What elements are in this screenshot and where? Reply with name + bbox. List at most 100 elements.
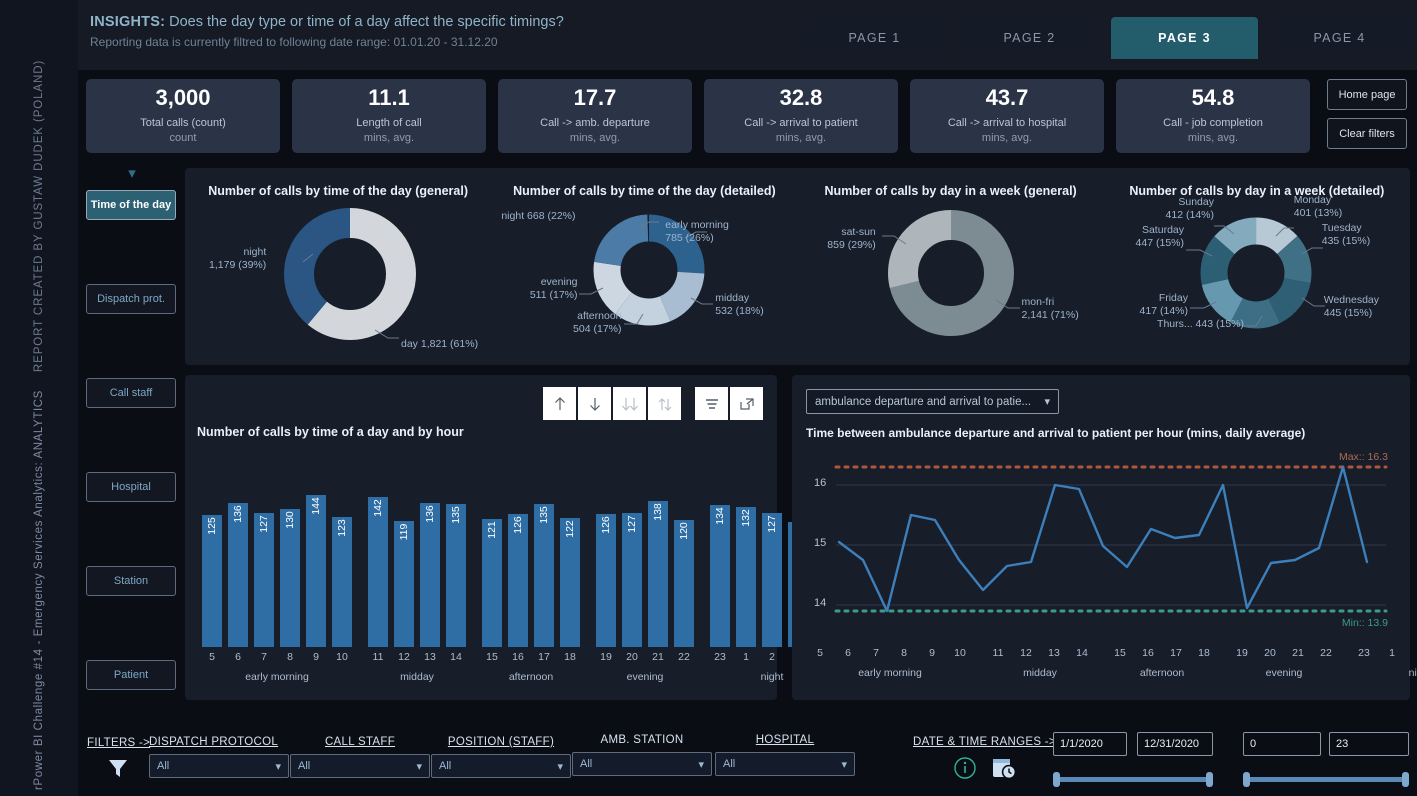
donut-label-night: night 1,179 (39%) [209,246,267,272]
position-staff-select[interactable]: All ▾ [431,754,571,778]
amb-station-select[interactable]: All ▾ [572,752,712,776]
chevron-down-icon: ▾ [841,758,847,771]
kpi-sublabel: mins, avg. [1187,131,1239,144]
credits-line-1: rPower BI Challenge #14 - Emergency Serv… [33,390,45,790]
bar: 126 [596,514,616,647]
sort-descending-icon[interactable] [578,387,611,420]
kpi-card-arrival-to-hospital[interactable]: 43.7 Call -> arrival to hospital mins, a… [910,79,1104,153]
donut-label-night: night 668 (22%) [501,210,576,222]
slider-track [1243,776,1409,782]
slider-handle-right[interactable] [1206,771,1213,787]
kpi-sublabel: count [169,131,197,144]
kpi-label: Call -> arrival to hospital [947,116,1067,129]
donut-label-sunday: Sunday 412 (14%) [1165,196,1214,222]
kpi-card-total-calls[interactable]: 3,000 Total calls (count) count [86,79,280,153]
sidebar-item-call-staff[interactable]: Call staff [86,378,176,408]
kpi-card-job-completion[interactable]: 54.8 Call - job completion mins, avg. [1116,79,1310,153]
call-staff-select[interactable]: All ▾ [290,754,430,778]
kpi-card-amb-departure[interactable]: 17.7 Call -> amb. departure mins, avg. [498,79,692,153]
date-range-picker: 1/1/2020 12/31/2020 [1053,732,1213,788]
calendar-clock-icon[interactable] [991,755,1017,786]
kpi-card-arrival-to-patient[interactable]: 32.8 Call -> arrival to patient mins, av… [704,79,898,153]
donut-svg [284,208,416,340]
page-header: INSIGHTS: Does the day type or time of a… [78,0,1417,70]
line-chart-panel: ambulance departure and arrival to patie… [792,375,1417,700]
sort-mixed-icon[interactable] [648,387,681,420]
donut-label-wednesday: Wednesday 445 (15%) [1323,294,1380,320]
line-chart-plot[interactable]: 16 15 14 Max:: 16.3 Min:: 13.9 [806,447,1396,642]
filters-title-block: FILTERS -> [87,737,150,781]
x-group-night: 23 1 2 3 4 night [1358,647,1417,679]
filter-label: POSITION (STAFF) [447,736,555,748]
donut-chart-time-of-day-general[interactable]: Number of calls by time of the day (gene… [185,168,491,365]
bar: 125 [202,515,222,647]
donut-chart-day-in-week-detailed[interactable]: Number of calls by day in a week (detail… [1104,168,1410,365]
chevron-down-icon: ▾ [416,760,422,773]
kpi-label: Total calls (count) [140,116,226,129]
info-icon[interactable] [953,756,977,785]
donut-label-day: day 1,821 (61%) [401,338,479,350]
credits-rotated-text: rPower BI Challenge #14 - Emergency Serv… [0,0,78,796]
select-value: All [157,760,170,772]
dashboard-root: rPower BI Challenge #14 - Emergency Serv… [0,0,1417,796]
date-to-input[interactable]: 12/31/2020 [1137,732,1213,756]
donut-label-tuesday: Tuesday 435 (15%) [1321,222,1371,248]
tab-page-2[interactable]: PAGE 2 [956,17,1103,59]
slider-track [1053,776,1213,782]
credits-strip: rPower BI Challenge #14 - Emergency Serv… [0,0,78,796]
filter-amb-station: AMB. STATION All ▾ [572,734,712,776]
date-range-slider[interactable] [1053,770,1213,788]
metric-select[interactable]: ambulance departure and arrival to patie… [806,389,1059,414]
insights-title: INSIGHTS: Does the day type or time of a… [90,14,564,30]
bar: 123 [332,517,352,647]
hour-to-input[interactable]: 23 [1329,732,1409,756]
clear-filters-button[interactable]: Clear filters [1327,118,1407,149]
sidebar-item-station[interactable]: Station [86,566,176,596]
sort-ascending-icon[interactable] [543,387,576,420]
home-page-button[interactable]: Home page [1327,79,1407,110]
sidebar-item-time-of-the-day[interactable]: Time of the day [86,190,176,220]
y-tick-14: 14 [814,597,827,609]
filter-hospital: HOSPITAL All ▾ [715,734,855,776]
sidebar-item-patient[interactable]: Patient [86,660,176,690]
sort-double-down-icon[interactable] [613,387,646,420]
x-group-afternoon: 15 16 17 18 afternoon [1114,647,1210,679]
bar-chart-bars[interactable]: 125 136 127 130 144 123 142 119 136 135 … [199,467,834,647]
kpi-value: 32.8 [779,84,823,110]
insights-prefix: INSIGHTS: [90,14,166,30]
donut-chart-time-of-day-detailed[interactable]: Number of calls by time of the day (deta… [491,168,797,365]
funnel-icon [87,755,149,781]
kpi-label: Call - job completion [1163,116,1263,129]
tab-page-3[interactable]: PAGE 3 [1111,17,1258,59]
slider-handle-left[interactable] [1243,771,1250,787]
chevron-down-icon: ▾ [275,760,281,773]
dispatch-protocol-select[interactable]: All ▾ [149,754,289,778]
date-from-input[interactable]: 1/1/2020 [1053,732,1127,756]
tab-page-1[interactable]: PAGE 1 [801,17,948,59]
hospital-select[interactable]: All ▾ [715,752,855,776]
hour-range-picker: 0 23 [1243,732,1409,788]
bar-group-evening: 126 127 138 120 [593,467,697,647]
sidebar-item-dispatch-prot[interactable]: Dispatch prot. [86,284,176,314]
kpi-value: 54.8 [1191,84,1235,110]
focus-mode-icon[interactable] [730,387,763,420]
select-value: All [723,758,736,770]
tab-page-4[interactable]: PAGE 4 [1266,17,1413,59]
donut-chart-day-in-week-general[interactable]: Number of calls by day in a week (genera… [798,168,1104,365]
hour-from-input[interactable]: 0 [1243,732,1321,756]
x-group-early-morning: 5 6 7 8 9 10 early morning [817,647,966,679]
chevron-down-icon: ▾ [698,758,704,771]
bar: 135 [534,504,554,647]
chevron-down-icon: ▾ [128,165,136,182]
select-value: All [298,760,311,772]
filter-icon[interactable] [695,387,728,420]
slider-handle-right[interactable] [1402,771,1409,787]
sidebar-item-hospital[interactable]: Hospital [86,472,176,502]
filter-dispatch-protocol: DISPATCH PROTOCOL All ▾ [149,736,289,778]
slider-handle-left[interactable] [1053,771,1060,787]
kpi-card-length-of-call[interactable]: 11.1 Length of call mins, avg. [292,79,486,153]
kpi-value: 3,000 [155,84,211,110]
bar: 127 [254,513,274,647]
hour-range-slider[interactable] [1243,770,1409,788]
